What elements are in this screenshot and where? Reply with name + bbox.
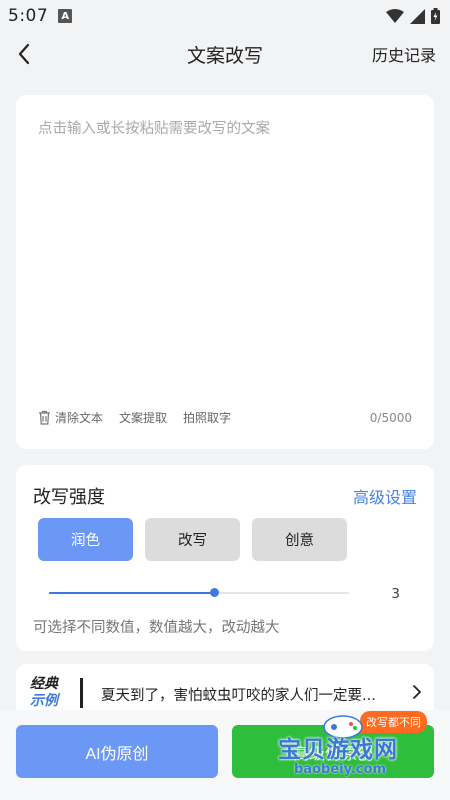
example-badge-line1: 经典 <box>30 676 58 692</box>
example-text: 夏天到了，害怕蚊虫叮咬的家人们一定要... <box>101 688 376 704</box>
trash-icon <box>39 410 50 425</box>
slider-thumb[interactable] <box>210 588 219 597</box>
example-divider <box>80 678 83 708</box>
status-bar: 5:07 A <box>0 0 450 32</box>
slider-fill <box>49 592 214 594</box>
input-tools: 清除文本 文案提取 拍照取字 <box>38 409 247 426</box>
strength-heading: 改写强度 <box>33 487 105 508</box>
example-badge-line2: 示例 <box>30 693 58 709</box>
mode-polish-button[interactable]: 润色 <box>38 518 133 561</box>
strength-slider[interactable] <box>49 588 349 597</box>
history-link[interactable]: 历史记录 <box>372 42 436 66</box>
mode-rewrite-button[interactable]: 改写 <box>145 518 240 561</box>
wifi-icon <box>386 8 404 23</box>
extract-text-label: 文案提取 <box>119 411 168 425</box>
notification-icon: A <box>58 9 73 23</box>
clear-text-label: 清除文本 <box>55 411 104 425</box>
strength-hint: 可选择不同数值，数值越大，改动越大 <box>33 620 280 636</box>
navigation-bar: 文案改写 历史记录 <box>0 32 450 76</box>
example-badge: 经典 示例 <box>30 676 58 710</box>
char-counter: 0/5000 <box>369 411 412 425</box>
signal-icon <box>410 8 425 24</box>
photo-ocr-label: 拍照取字 <box>183 411 232 425</box>
clear-text-button[interactable]: 清除文本 <box>38 409 103 426</box>
battery-icon <box>431 8 440 24</box>
chevron-right-icon <box>413 685 421 699</box>
extract-text-button[interactable]: 文案提取 <box>119 409 167 426</box>
mode-selector: 润色 改写 创意 <box>38 518 347 561</box>
slider-value: 3 <box>391 586 400 602</box>
mode-creative-button[interactable]: 创意 <box>252 518 347 561</box>
rewrite-strength-card: 改写强度 高级设置 润色 改写 创意 3 可选择不同数值，数值越大，改动越大 <box>16 465 434 651</box>
promo-tag: 改写都不同 <box>360 711 427 733</box>
status-time: 5:07 <box>8 6 49 26</box>
text-input-card[interactable]: 点击输入或长按粘贴需要改写的文案 清除文本 文案提取 拍照取字 0/5000 <box>16 95 434 449</box>
photo-ocr-button[interactable]: 拍照取字 <box>183 409 231 426</box>
text-input-placeholder[interactable]: 点击输入或长按粘贴需要改写的文案 <box>38 117 270 138</box>
status-icons <box>386 8 440 24</box>
ai-rewrite-button[interactable]: AI伪原创 <box>16 725 218 778</box>
advanced-settings-link[interactable]: 高级设置 <box>353 484 417 508</box>
gamepad-logo-icon <box>323 715 363 739</box>
